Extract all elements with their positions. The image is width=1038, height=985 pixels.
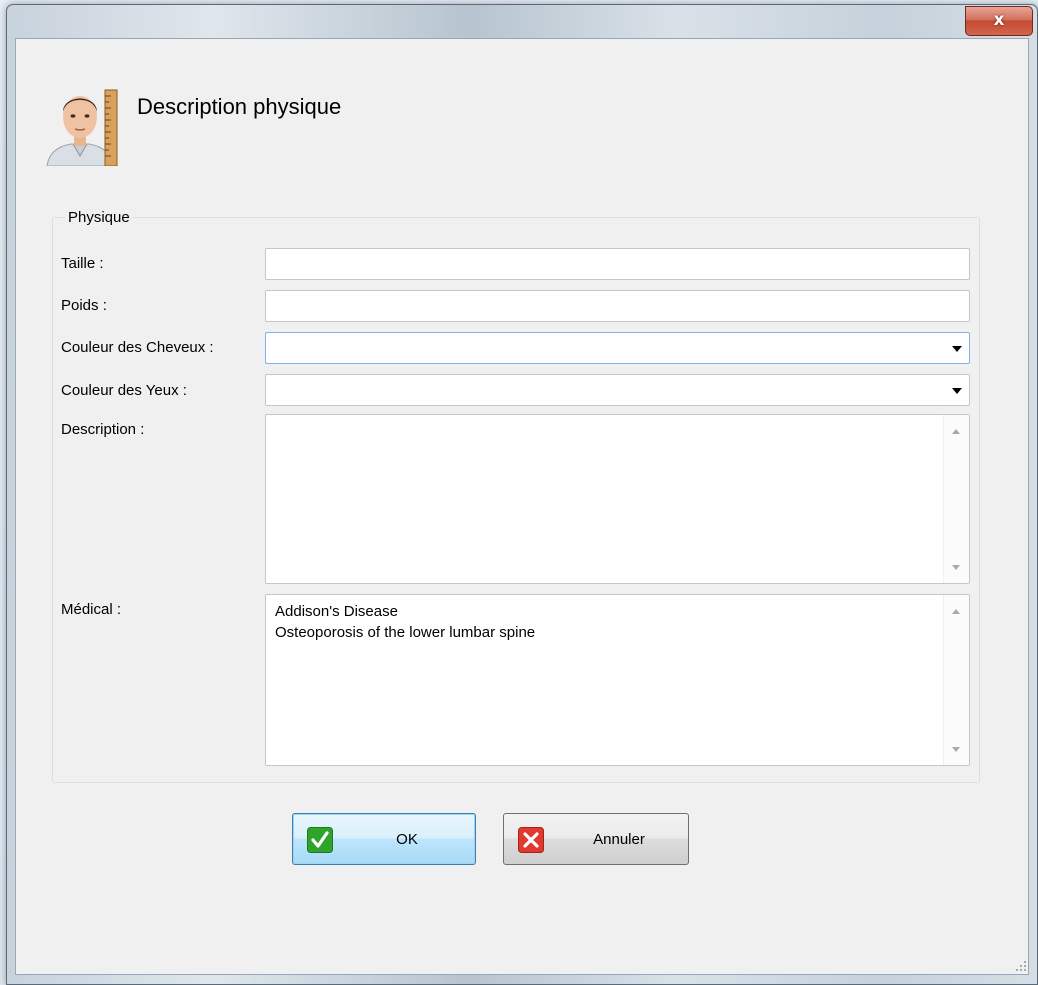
physique-group-legend: Physique <box>65 209 133 226</box>
check-icon <box>307 827 333 853</box>
couleur-yeux-label: Couleur des Yeux : <box>61 382 187 399</box>
close-icon: x <box>993 10 1005 30</box>
description-scrollbar[interactable] <box>943 415 969 583</box>
medical-label: Médical : <box>61 601 122 618</box>
chevron-down-icon[interactable] <box>952 346 962 352</box>
couleur-yeux-dropdown[interactable] <box>265 374 970 406</box>
medical-text: Addison's Disease Osteoporosis of the lo… <box>275 603 536 641</box>
poids-label: Poids : <box>61 297 107 314</box>
resize-grip-icon[interactable] <box>1016 961 1026 971</box>
dialog-heading: Description physique <box>137 94 342 119</box>
x-icon <box>518 827 544 853</box>
ok-button[interactable]: OK <box>292 813 476 865</box>
close-button[interactable]: x <box>965 6 1033 36</box>
couleur-cheveux-label: Couleur des Cheveux : <box>61 339 214 356</box>
description-label: Description : <box>61 421 145 438</box>
medical-textarea[interactable]: Addison's Disease Osteoporosis of the lo… <box>265 594 970 766</box>
scroll-up-arrow-icon[interactable] <box>952 609 960 614</box>
cancel-button[interactable]: Annuler <box>503 813 689 865</box>
description-textarea[interactable] <box>265 414 970 584</box>
cancel-button-label: Annuler <box>593 830 645 848</box>
scroll-down-arrow-icon[interactable] <box>952 747 960 752</box>
ok-button-label: OK <box>396 830 418 848</box>
couleur-cheveux-dropdown[interactable] <box>265 332 970 364</box>
taille-label: Taille : <box>61 255 104 272</box>
medical-scrollbar[interactable] <box>943 595 969 765</box>
scroll-up-arrow-icon[interactable] <box>952 429 960 434</box>
poids-input[interactable] <box>265 290 970 322</box>
taille-input[interactable] <box>265 248 970 280</box>
title-bar[interactable]: x <box>7 5 1037 38</box>
window-bottom-frame <box>7 974 1037 984</box>
scroll-down-arrow-icon[interactable] <box>952 565 960 570</box>
chevron-down-icon[interactable] <box>952 388 962 394</box>
person-with-ruler-icon <box>46 89 118 166</box>
